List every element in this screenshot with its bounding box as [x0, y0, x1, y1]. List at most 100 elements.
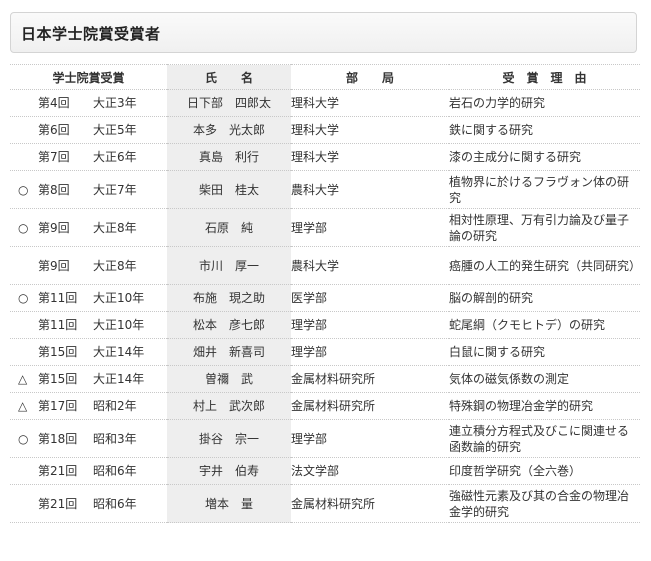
- award-mark: ○: [18, 431, 29, 446]
- award-cell: ○ 第8回 大正7年: [10, 170, 167, 209]
- award-reason: 特殊鋼の物理冶金学的研究: [449, 392, 640, 420]
- award-cell: 第6回 大正5年: [10, 116, 167, 144]
- table-row: △ 第15回 大正14年 曽禰 武 金属材料研究所 気体の磁気係数の測定: [10, 365, 640, 393]
- table-row: 第15回 大正14年 畑井 新喜司 理学部 白鼠に関する研究: [10, 338, 640, 366]
- award-round: 第11回: [38, 291, 78, 305]
- award-year: 大正6年: [93, 150, 137, 164]
- awardee-name: 市川 厚一: [167, 246, 291, 285]
- awardee-name: 畑井 新喜司: [167, 338, 291, 366]
- award-year: 大正10年: [93, 318, 145, 332]
- award-round: 第8回: [38, 182, 70, 197]
- award-year: 大正7年: [93, 182, 137, 197]
- award-cell: 第9回 大正8年: [10, 246, 167, 285]
- awardee-dept: 理学部: [291, 338, 449, 366]
- award-reason: 連立積分方程式及びこに関連せる函数論的研究: [449, 419, 640, 458]
- awardee-dept: 理科大学: [291, 143, 449, 171]
- awardee-name: 曽禰 武: [167, 365, 291, 393]
- award-year: 昭和6年: [93, 464, 137, 478]
- award-round: 第7回: [38, 150, 70, 164]
- awardees-table: 学士院賞受賞 氏 名 部 局 受 賞 理 由 第4回 大正3年 日下部 四郎太 理…: [10, 64, 641, 523]
- award-cell: ○ 第9回 大正8年: [10, 208, 167, 247]
- awardee-dept: 金属材料研究所: [291, 365, 449, 393]
- award-year: 大正5年: [93, 123, 137, 137]
- award-year: 昭和6年: [93, 496, 137, 511]
- award-round: 第6回: [38, 123, 70, 137]
- award-cell: 第21回 昭和6年: [10, 484, 167, 523]
- award-cell: 第7回 大正6年: [10, 143, 167, 171]
- award-year: 大正14年: [93, 372, 145, 386]
- column-header-award: 学士院賞受賞: [10, 64, 167, 90]
- award-reason: 印度哲学研究（全六巻）: [449, 457, 640, 485]
- award-mark: △: [18, 399, 28, 413]
- table-row: △ 第17回 昭和2年 村上 武次郎 金属材料研究所 特殊鋼の物理冶金学的研究: [10, 392, 640, 420]
- awardee-name: 石原 純: [167, 208, 291, 247]
- award-cell: 第21回 昭和6年: [10, 457, 167, 485]
- award-round: 第4回: [38, 96, 70, 110]
- award-round: 第18回: [38, 431, 78, 446]
- award-mark: ○: [18, 182, 29, 197]
- award-reason: 相対性原理、万有引力論及び量子論の研究: [449, 208, 640, 247]
- awardee-dept: 金属材料研究所: [291, 392, 449, 420]
- award-round: 第9回: [38, 258, 70, 273]
- column-header-name: 氏 名: [167, 64, 291, 90]
- awardee-name: 掛谷 宗一: [167, 419, 291, 458]
- award-mark: △: [18, 372, 28, 386]
- awardee-dept: 理学部: [291, 311, 449, 339]
- table-row: 第7回 大正6年 真島 利行 理科大学 漆の主成分に関する研究: [10, 143, 640, 171]
- page-title: 日本学士院賞受賞者: [21, 25, 161, 43]
- table-row: 第21回 昭和6年 増本 量 金属材料研究所 強磁性元素及び其の合金の物理冶金学的…: [10, 484, 640, 523]
- award-round: 第9回: [38, 220, 70, 235]
- awardee-name: 松本 彦七郎: [167, 311, 291, 339]
- award-round: 第21回: [38, 496, 78, 511]
- award-year: 大正3年: [93, 96, 137, 110]
- awardee-dept: 医学部: [291, 284, 449, 312]
- award-year: 昭和2年: [93, 399, 137, 413]
- award-reason: 鉄に関する研究: [449, 116, 640, 144]
- award-year: 大正8年: [93, 258, 137, 273]
- award-cell: 第4回 大正3年: [10, 89, 167, 117]
- awardee-name: 本多 光太郎: [167, 116, 291, 144]
- table-header-row: 学士院賞受賞 氏 名 部 局 受 賞 理 由: [10, 64, 640, 90]
- award-year: 大正8年: [93, 220, 137, 235]
- awardee-name: 真島 利行: [167, 143, 291, 171]
- award-cell: ○ 第18回 昭和3年: [10, 419, 167, 458]
- award-mark: ○: [18, 220, 29, 235]
- table-row: 第6回 大正5年 本多 光太郎 理科大学 鉄に関する研究: [10, 116, 640, 144]
- award-reason: 強磁性元素及び其の合金の物理冶金学的研究: [449, 484, 640, 523]
- award-round: 第15回: [38, 372, 78, 386]
- award-cell: △ 第15回 大正14年: [10, 365, 167, 393]
- awardee-name: 宇井 伯寿: [167, 457, 291, 485]
- awardee-name: 日下部 四郎太: [167, 89, 291, 117]
- award-mark: ○: [18, 291, 29, 305]
- award-year: 大正14年: [93, 345, 145, 359]
- awardee-dept: 理科大学: [291, 116, 449, 144]
- award-round: 第17回: [38, 399, 78, 413]
- awardee-name: 増本 量: [167, 484, 291, 523]
- table-row: ○ 第11回 大正10年 布施 現之助 医学部 脳の解剖的研究: [10, 284, 640, 312]
- award-year: 昭和3年: [93, 431, 137, 446]
- awardee-name: 布施 現之助: [167, 284, 291, 312]
- award-reason: 蛇尾綱（クモヒトデ）の研究: [449, 311, 640, 339]
- table-row: 第11回 大正10年 松本 彦七郎 理学部 蛇尾綱（クモヒトデ）の研究: [10, 311, 640, 339]
- awardee-dept: 理科大学: [291, 89, 449, 117]
- award-reason: 癌腫の人工的発生研究（共同研究）: [449, 246, 641, 285]
- column-header-dept: 部 局: [291, 64, 449, 90]
- awardee-name: 柴田 桂太: [167, 170, 291, 209]
- award-reason: 気体の磁気係数の測定: [449, 365, 640, 393]
- award-round: 第21回: [38, 464, 78, 478]
- awardee-dept: 農科大学: [291, 246, 449, 285]
- table-row: 第4回 大正3年 日下部 四郎太 理科大学 岩石の力学的研究: [10, 89, 640, 117]
- award-round: 第11回: [38, 318, 78, 332]
- column-header-reason: 受 賞 理 由: [449, 64, 640, 90]
- award-cell: △ 第17回 昭和2年: [10, 392, 167, 420]
- awardee-dept: 理学部: [291, 208, 449, 247]
- table-row: ○ 第9回 大正8年 石原 純 理学部 相対性原理、万有引力論及び量子論の研究: [10, 208, 640, 247]
- award-reason: 漆の主成分に関する研究: [449, 143, 640, 171]
- award-cell: 第15回 大正14年: [10, 338, 167, 366]
- awardee-name: 村上 武次郎: [167, 392, 291, 420]
- table-row: 第9回 大正8年 市川 厚一 農科大学 癌腫の人工的発生研究（共同研究）: [10, 246, 641, 285]
- award-reason: 脳の解剖的研究: [449, 284, 640, 312]
- award-cell: 第11回 大正10年: [10, 311, 167, 339]
- page-header: 日本学士院賞受賞者: [10, 12, 637, 53]
- table-row: ○ 第8回 大正7年 柴田 桂太 農科大学 植物界に於けるフラヴォン体の研究: [10, 170, 640, 209]
